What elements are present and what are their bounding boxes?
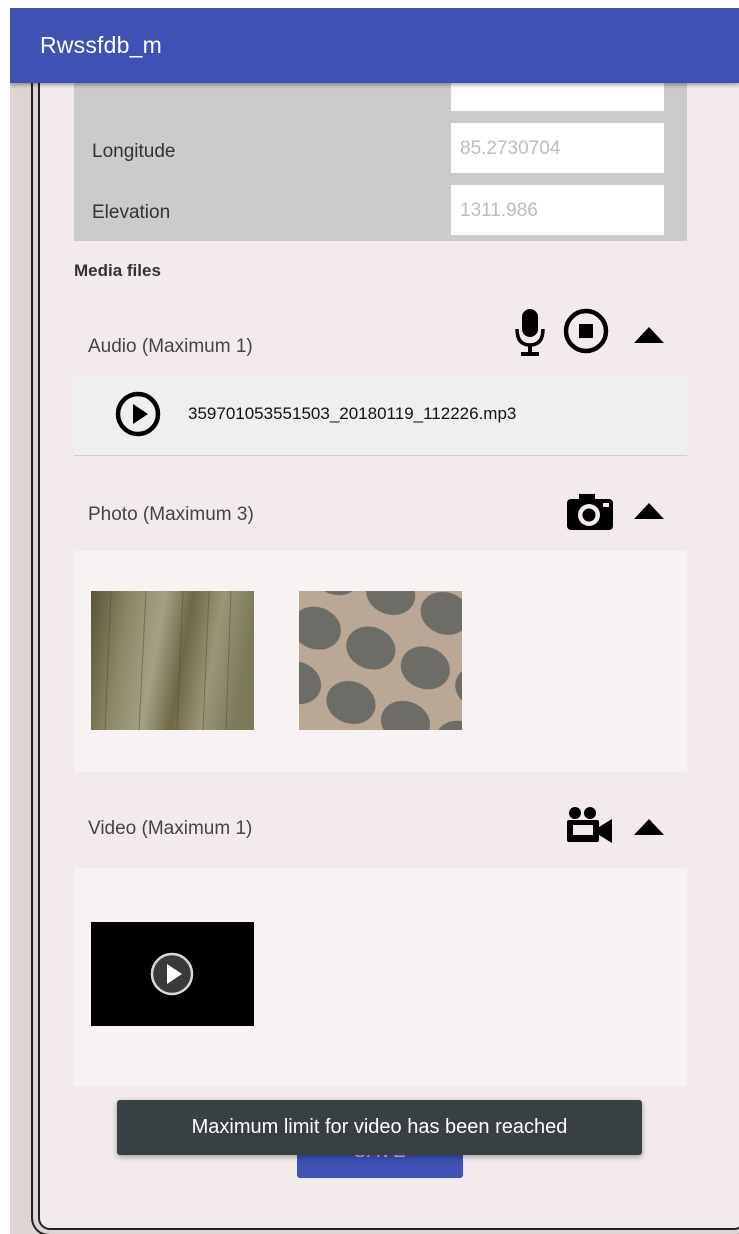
video-camera-icon[interactable] — [565, 805, 615, 850]
video-play-icon[interactable] — [150, 952, 194, 1001]
app-bar: Rwssfdb_m — [10, 8, 739, 83]
app-title: Rwssfdb_m — [40, 32, 162, 58]
video-panel — [74, 868, 687, 1086]
longitude-label: Longitude — [92, 141, 176, 162]
elevation-field[interactable]: 1311.986 — [451, 185, 664, 235]
camera-icon[interactable] — [565, 492, 615, 537]
elevation-value: 1311.986 — [460, 200, 538, 221]
video-section-label: Video (Maximum 1) — [88, 818, 253, 839]
audio-file-name: 359701053551503_20180119_112226.mp3 — [188, 404, 517, 423]
photo-thumbnail-1[interactable] — [91, 590, 254, 735]
longitude-value: 85.2730704 — [460, 138, 561, 159]
elevation-label: Elevation — [92, 202, 171, 223]
audio-collapse-arrow-icon[interactable] — [633, 326, 665, 349]
audio-file-row[interactable]: 359701053551503_20180119_112226.mp3 — [74, 373, 687, 456]
audio-play-icon[interactable] — [114, 390, 162, 443]
location-block: Longitude 85.2730704 Elevation 1311.986 — [74, 83, 687, 241]
latitude-field[interactable] — [451, 83, 664, 111]
video-thumbnail[interactable] — [91, 922, 254, 1026]
media-files-heading: Media files — [74, 261, 161, 280]
video-collapse-arrow-icon[interactable] — [633, 818, 665, 841]
toast-message: Maximum limit for video has been reached — [117, 1100, 642, 1155]
longitude-field[interactable]: 85.2730704 — [451, 123, 664, 173]
photo-panel — [74, 551, 687, 772]
screen: Rwssfdb_m Longitude 85.2730704 Elevation… — [10, 8, 739, 1234]
audio-section-label: Audio (Maximum 1) — [88, 336, 253, 357]
photo-collapse-arrow-icon[interactable] — [633, 502, 665, 525]
photo-thumbnail-2[interactable] — [299, 591, 462, 735]
microphone-icon[interactable] — [513, 307, 547, 364]
stop-record-icon[interactable] — [563, 308, 609, 359]
photo-section-label: Photo (Maximum 3) — [88, 504, 254, 525]
